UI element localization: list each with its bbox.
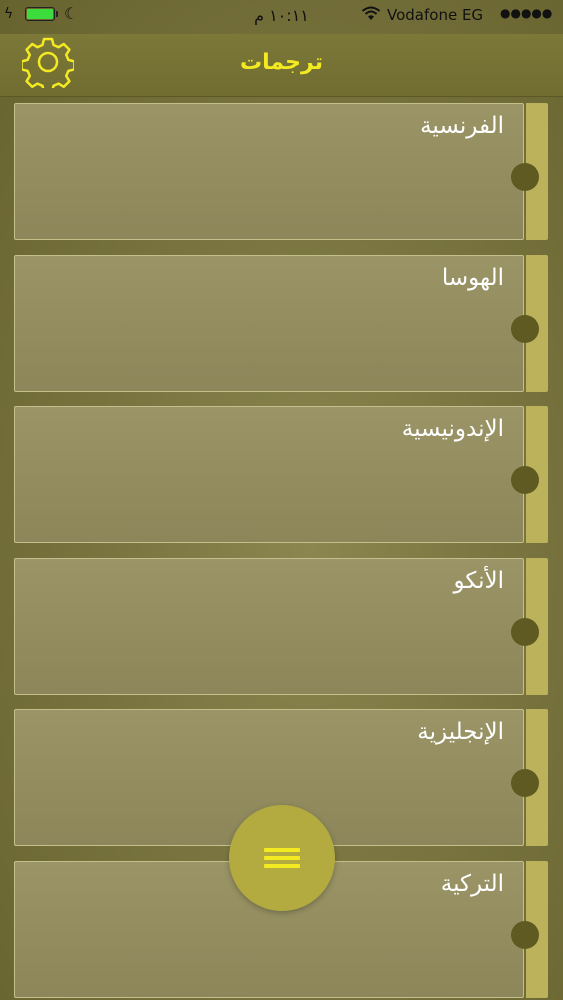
menu-icon-bar: [264, 864, 300, 868]
translation-item[interactable]: الإندونيسية: [14, 406, 548, 543]
nav-bar: ترجمات: [0, 34, 563, 97]
card-hole: [511, 769, 539, 797]
translation-item[interactable]: الفرنسية: [14, 103, 548, 240]
translation-label: الهوسا: [441, 265, 504, 291]
card-hole: [511, 163, 539, 191]
page-title: ترجمات: [240, 50, 323, 75]
card-hole: [511, 618, 539, 646]
translation-label: الفرنسية: [420, 113, 504, 139]
card-hole: [511, 921, 539, 949]
translation-label: الأنكو: [453, 568, 505, 594]
card-body: [14, 558, 524, 695]
translation-item[interactable]: الهوسا: [14, 255, 548, 392]
card-hole: [511, 315, 539, 343]
signal-strength-icon: ●●●●●: [500, 6, 553, 20]
carrier-name: Vodafone EG: [387, 6, 484, 24]
translation-label: الإنجليزية: [417, 719, 504, 745]
translation-label: التركية: [440, 871, 504, 897]
wifi-icon: [361, 6, 381, 20]
translation-item[interactable]: الأنكو: [14, 558, 548, 695]
menu-button[interactable]: [229, 805, 335, 911]
status-bar: ϟ ☾ ١٠:١١ م Vodafone EG ●●●●●: [0, 0, 563, 34]
translation-label: الإندونيسية: [401, 416, 504, 442]
menu-icon: [264, 848, 300, 852]
card-hole: [511, 466, 539, 494]
menu-icon-bar: [264, 856, 300, 860]
